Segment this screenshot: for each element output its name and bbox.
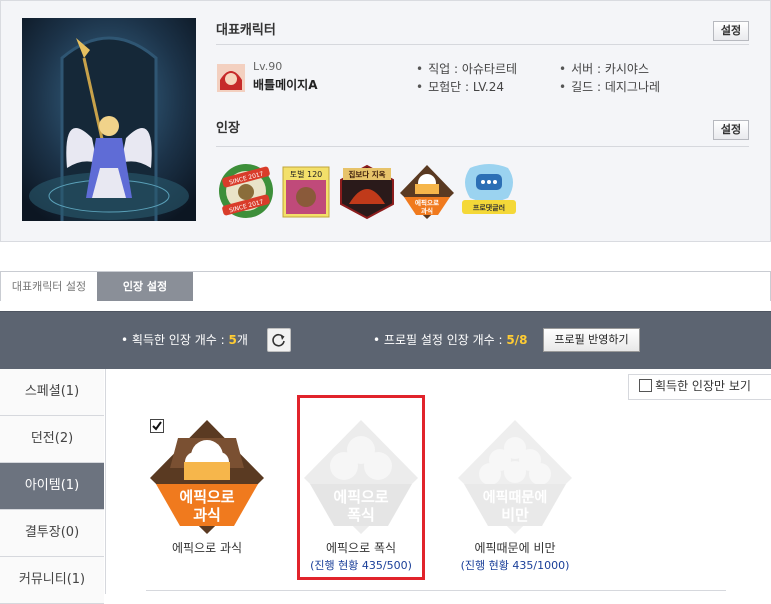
epic-overeat-badge[interactable]: 에픽으로 과식 [148, 418, 266, 536]
tab-bar: 대표캐릭터 설정 인장 설정 [0, 271, 771, 301]
rep-settings-button[interactable]: 설정 [713, 21, 749, 41]
adventure-info: 모험단 : LV.24 [416, 78, 504, 95]
acquired-count-text: • 획득한 인장 개수 : 5개 [121, 331, 248, 348]
highlight-box [297, 395, 425, 580]
badge-title-line2: 비만 [501, 506, 529, 524]
divider [216, 146, 749, 147]
profile-count-text: • 프로필 설정 인장 개수 : 5/8 [373, 331, 528, 348]
divider [146, 590, 726, 591]
rep-character-title: 대표캐릭터 [216, 23, 276, 38]
apply-profile-button[interactable]: 프로필 반영하기 [543, 328, 640, 352]
badge-settings-button[interactable]: 설정 [713, 120, 749, 140]
profile-count: 5/8 [506, 333, 528, 347]
item-progress: (진행 현황 435/1000) [460, 559, 570, 572]
server-info: 서버 : 카시야스 [559, 60, 649, 77]
badge-text: 프로댓글러 [473, 203, 505, 212]
badge-text: 토벌 120 [290, 169, 323, 179]
tab-badge-settings[interactable]: 인장 설정 [97, 272, 193, 301]
hunt-120-badge: 토벌 120 [282, 166, 330, 218]
guild-text: 길드 : 데지그나레 [571, 80, 661, 94]
pro-commenter-badge: 프로댓글러 [462, 164, 516, 214]
badge-title-line1: 에픽으로 [179, 488, 234, 506]
since-2017-badge: SINCE 2017 SINCE 2017 [219, 164, 273, 218]
menu-dungeon[interactable]: 던전(2) [0, 416, 104, 463]
badge-title-line2: 과식 [193, 506, 221, 524]
acquired-only-filter[interactable]: 획득한 인장만 보기 [628, 374, 771, 400]
category-menu: 스페셜(1) 던전(2) 아이템(1) 결투장(0) 커뮤니티(1) [0, 369, 106, 604]
adventure-text: 모험단 : LV.24 [428, 80, 504, 94]
profile-label: 프로필 설정 인장 개수 : [383, 333, 503, 347]
filter-label: 획득한 인장만 보기 [655, 379, 751, 393]
acquired-unit: 개 [236, 333, 248, 347]
character-portrait [22, 18, 196, 221]
divider [216, 44, 749, 45]
epic-obesity-badge[interactable]: 에픽때문에 비만 [456, 418, 574, 536]
refresh-icon [272, 333, 285, 347]
badge-text-line1: 에픽으로 [415, 198, 439, 207]
refresh-button[interactable] [267, 328, 291, 352]
menu-special[interactable]: 스페셜(1) [0, 369, 104, 416]
acquired-count: 5 [228, 333, 237, 347]
job-text: 직업 : 아슈타르테 [428, 62, 518, 76]
server-text: 서버 : 카시야스 [571, 62, 649, 76]
badge-text: 집보다 지옥 [348, 169, 385, 179]
badge-title-line1: 에픽때문에 [483, 489, 547, 506]
item-label: 에픽때문에 비만 [474, 541, 556, 555]
guild-info: 길드 : 데지그나레 [559, 78, 660, 95]
menu-item-category[interactable]: 아이템(1) [0, 463, 104, 510]
tab-rep-character[interactable]: 대표캐릭터 설정 [1, 272, 97, 301]
badge-section-title: 인장 [216, 121, 240, 136]
hell-badge: 집보다 지옥 [340, 164, 394, 220]
bullet: • [373, 333, 381, 347]
character-level: Lv.90 [253, 60, 283, 73]
menu-arena[interactable]: 결투장(0) [0, 510, 104, 557]
avatar [217, 64, 245, 92]
job-info: 직업 : 아슈타르테 [416, 60, 517, 77]
filter-checkbox[interactable] [639, 379, 652, 392]
epic-overeat-small-badge: 에픽으로 과식 [400, 165, 454, 219]
item-label: 에픽으로 과식 [171, 541, 243, 555]
badge-text-line2: 과식 [421, 206, 433, 215]
bullet: • [121, 333, 129, 347]
acquired-label: 획득한 인장 개수 : [131, 333, 225, 347]
character-name: 배틀메이지A [253, 78, 318, 92]
menu-community[interactable]: 커뮤니티(1) [0, 557, 104, 604]
